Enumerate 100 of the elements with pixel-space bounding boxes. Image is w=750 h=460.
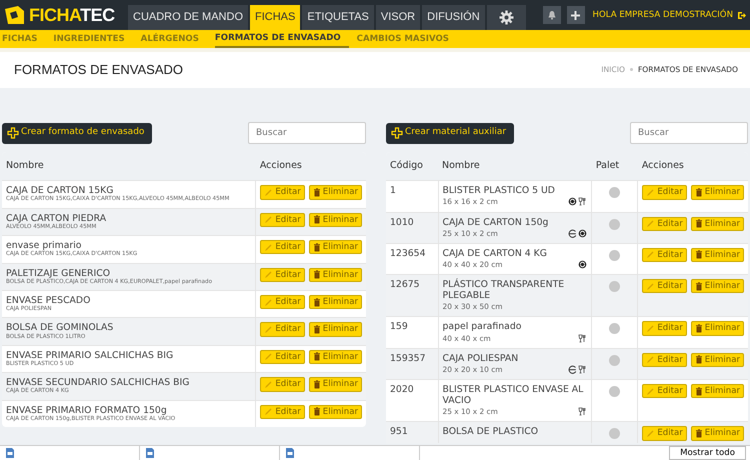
nav-tab[interactable]: VISOR	[376, 5, 420, 30]
edit-button[interactable]: Editar	[642, 248, 687, 262]
nav-tab[interactable]: ETIQUETAS	[302, 5, 374, 30]
edit-button[interactable]: Editar	[642, 426, 687, 441]
pencil-icon	[646, 386, 656, 396]
trash-icon	[694, 219, 703, 228]
nav-tab[interactable]: FICHAS	[250, 5, 300, 30]
show-all-button[interactable]: Mostrar todo	[669, 446, 746, 460]
delete-button[interactable]: Eliminar	[690, 352, 744, 368]
delete-button[interactable]: Eliminar	[690, 426, 744, 441]
trash-icon	[312, 407, 321, 416]
format-name: envase primario	[6, 240, 82, 252]
pencil-icon	[646, 282, 656, 291]
pencil-icon	[646, 250, 656, 260]
separator-icon	[630, 68, 633, 72]
pencil-icon	[264, 270, 274, 280]
material-name: BOLSA DE PLASTICO	[442, 426, 540, 438]
create-button[interactable]: Crear formato de envasado	[2, 122, 152, 144]
edit-button[interactable]: Editar	[260, 212, 305, 227]
trash-icon	[312, 242, 321, 252]
search-field[interactable]: Buscar	[630, 122, 748, 144]
edit-button[interactable]: Editar	[642, 321, 687, 336]
nav-tab[interactable]: CUADRO DE MANDO	[128, 5, 248, 30]
logo-text: FICHATEC	[29, 4, 115, 26]
delete-button[interactable]: Eliminar	[690, 321, 744, 336]
edit-button[interactable]: Editar	[642, 279, 687, 294]
delete-button[interactable]: Eliminar	[690, 279, 744, 294]
column-header[interactable]: Nombre	[438, 152, 592, 181]
create-button[interactable]: Crear material auxiliar	[386, 122, 514, 144]
logout-icon	[737, 10, 746, 20]
material-name: PLÁSTICO TRANSPARENTE PLEGABLE	[442, 279, 566, 302]
delete-button[interactable]: Eliminar	[690, 248, 744, 262]
edit-button[interactable]: Editar	[260, 322, 305, 337]
settings-icon	[498, 10, 514, 25]
material-name: CAJA DE CARTON 4 KG	[442, 248, 548, 259]
edit-button[interactable]: Editar	[260, 404, 305, 419]
format-name: ENVASE PESCADO	[6, 294, 92, 306]
sub-tab[interactable]: FICHAS	[2, 30, 46, 48]
material-code: 159	[390, 321, 409, 333]
format-name: ENVASE PRIMARIO SALCHICHAS BIG	[6, 350, 174, 361]
delete-button[interactable]: Eliminar	[690, 185, 744, 200]
notifications-button[interactable]	[542, 6, 561, 24]
plus-icon	[7, 127, 19, 139]
trash-icon	[694, 355, 703, 364]
edit-button[interactable]: Editar	[260, 294, 305, 310]
nav-tab[interactable]: DIFUSIÓN	[422, 5, 485, 30]
delete-button[interactable]: Eliminar	[690, 216, 744, 231]
edit-button[interactable]: Editar	[642, 352, 687, 368]
column-header[interactable]: Palet	[592, 152, 638, 181]
settings-tab[interactable]	[486, 5, 526, 30]
edit-button[interactable]: Editar	[260, 240, 305, 254]
column-header[interactable]: Nombre	[2, 152, 256, 181]
search-field[interactable]: Buscar	[248, 122, 366, 144]
trash-icon	[694, 324, 703, 334]
delete-button[interactable]: Eliminar	[308, 268, 362, 282]
delete-button[interactable]: Eliminar	[308, 377, 362, 392]
column-header[interactable]: Código	[386, 152, 438, 181]
delete-button[interactable]: Eliminar	[308, 294, 362, 310]
edit-button[interactable]: Editar	[260, 185, 305, 200]
page-title: FORMATOS DE ENVASADO	[14, 61, 184, 80]
material-name: BLISTER PLASTICO 5 UD	[442, 185, 556, 196]
delete-button[interactable]: Eliminar	[308, 322, 362, 337]
material-code: 159357	[390, 352, 426, 364]
format-name: BOLSA DE GOMINOLAS	[6, 322, 114, 334]
edit-button[interactable]: Editar	[260, 377, 305, 392]
plus-icon	[391, 127, 403, 139]
sub-tab[interactable]: CAMBIOS MASIVOS	[356, 30, 457, 48]
delete-button[interactable]: Eliminar	[308, 404, 362, 419]
delete-button[interactable]: Eliminar	[308, 240, 362, 254]
material-name: BLISTER PLASTICO ENVASE AL VACIO	[442, 384, 584, 406]
trash-icon	[312, 352, 321, 362]
column-header[interactable]: Acciones	[638, 152, 748, 181]
column-header[interactable]: Acciones	[256, 152, 366, 181]
bell-icon	[546, 10, 557, 20]
sub-tab[interactable]: ALÉRGENOS	[140, 30, 207, 48]
delete-button[interactable]: Eliminar	[690, 384, 744, 398]
user-greeting[interactable]: HOLA EMPRESA DEMOSTRACIÓN	[592, 8, 733, 22]
pencil-icon	[646, 429, 656, 438]
edit-button[interactable]: Editar	[260, 268, 305, 282]
pencil-icon	[264, 242, 274, 252]
trash-icon	[312, 215, 321, 224]
pencil-icon	[264, 215, 274, 224]
trash-icon	[694, 250, 703, 260]
pencil-icon	[646, 324, 656, 334]
trash-icon	[312, 270, 321, 280]
sub-tab[interactable]: INGREDIENTES	[53, 30, 133, 48]
format-name: PALETIZAJE GENERICO	[6, 268, 110, 279]
edit-button[interactable]: Editar	[642, 185, 687, 200]
add-button[interactable]	[566, 6, 585, 24]
delete-button[interactable]: Eliminar	[308, 212, 362, 227]
delete-button[interactable]: Eliminar	[308, 185, 362, 200]
edit-button[interactable]: Editar	[642, 216, 687, 231]
edit-button[interactable]: Editar	[260, 350, 305, 364]
pencil-icon	[264, 407, 274, 416]
pencil-icon	[646, 219, 656, 228]
edit-button[interactable]: Editar	[642, 384, 687, 398]
trash-icon	[312, 380, 321, 389]
pencil-icon	[264, 352, 274, 362]
delete-button[interactable]: Eliminar	[308, 350, 362, 364]
material-code: 1	[390, 185, 397, 196]
